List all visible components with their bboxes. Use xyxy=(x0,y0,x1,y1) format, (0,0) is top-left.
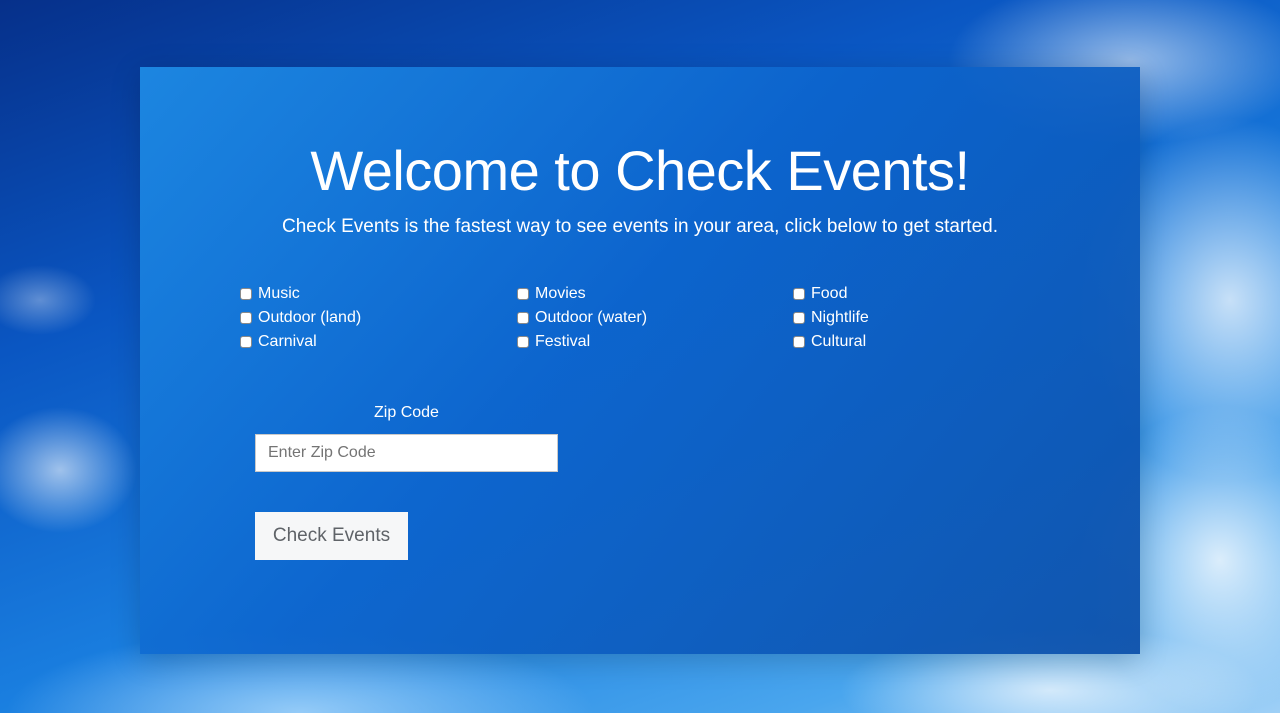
outdoor-water-checkbox[interactable] xyxy=(517,312,529,324)
category-label: Carnival xyxy=(258,333,317,350)
category-label: Festival xyxy=(535,333,591,350)
movies-checkbox[interactable] xyxy=(517,288,529,300)
category-cultural[interactable]: Cultural xyxy=(793,332,866,352)
festival-checkbox[interactable] xyxy=(517,336,529,348)
page-subtitle: Check Events is the fastest way to see e… xyxy=(281,216,999,237)
food-checkbox[interactable] xyxy=(793,288,805,300)
category-label: Music xyxy=(258,285,300,302)
outdoor-land-checkbox[interactable] xyxy=(240,312,252,324)
check-events-button[interactable]: Check Events xyxy=(255,512,408,560)
music-checkbox[interactable] xyxy=(240,288,252,300)
category-label: Movies xyxy=(535,285,586,302)
category-food[interactable]: Food xyxy=(793,284,847,304)
nightlife-checkbox[interactable] xyxy=(793,312,805,324)
category-label: Outdoor (land) xyxy=(258,309,362,326)
category-carnival[interactable]: Carnival xyxy=(240,332,317,352)
welcome-panel: Welcome to Check Events! Check Events is… xyxy=(140,67,1140,654)
category-outdoor-land[interactable]: Outdoor (land) xyxy=(240,308,361,328)
category-music[interactable]: Music xyxy=(240,284,300,304)
zip-code-input[interactable] xyxy=(255,434,558,472)
category-label: Nightlife xyxy=(811,309,869,326)
page-title: Welcome to Check Events! xyxy=(310,139,970,202)
category-outdoor-water[interactable]: Outdoor (water) xyxy=(517,308,647,328)
cultural-checkbox[interactable] xyxy=(793,336,805,348)
zip-code-label: Zip Code xyxy=(374,404,439,421)
category-label: Cultural xyxy=(811,333,867,350)
category-label: Outdoor (water) xyxy=(535,309,648,326)
carnival-checkbox[interactable] xyxy=(240,336,252,348)
category-festival[interactable]: Festival xyxy=(517,332,590,352)
category-nightlife[interactable]: Nightlife xyxy=(793,308,869,328)
category-label: Food xyxy=(811,285,848,302)
category-movies[interactable]: Movies xyxy=(517,284,586,304)
